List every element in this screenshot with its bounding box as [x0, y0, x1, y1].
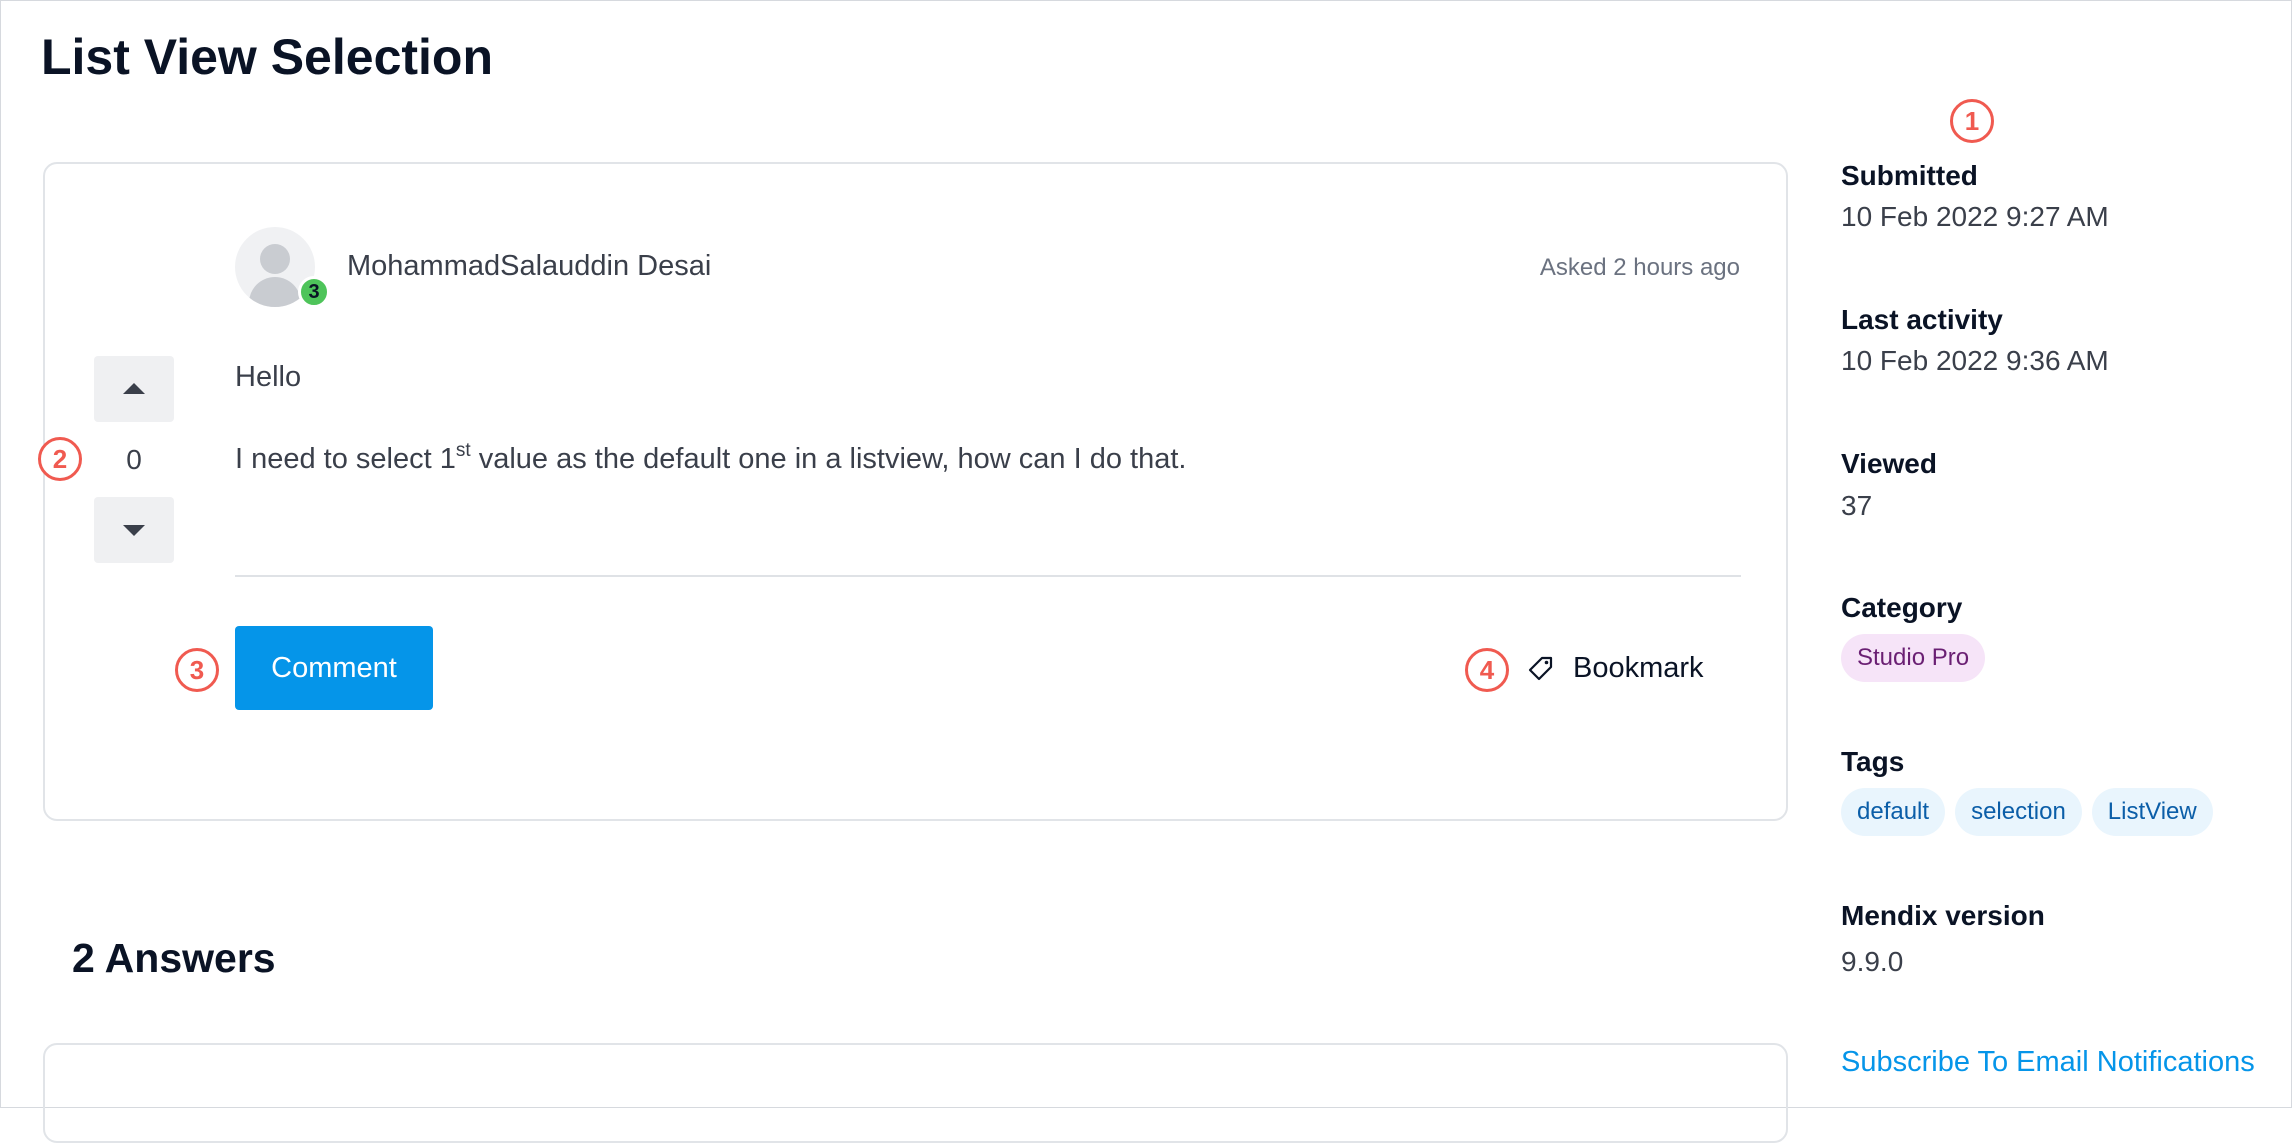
mendix-version-value: 9.9.0	[1841, 946, 1904, 977]
mendix-version-label: Mendix version	[1841, 900, 2045, 931]
tag-pill-default[interactable]: default	[1841, 788, 1946, 836]
category-label: Category	[1841, 592, 1963, 623]
annotation-marker-4: 4	[1465, 648, 1509, 692]
tag-pill-selection[interactable]: selection	[1955, 788, 2082, 836]
vote-count: 0	[126, 444, 142, 475]
tags-label: Tags	[1841, 746, 1905, 777]
arrow-down-icon	[123, 525, 145, 536]
page-title: List View Selection	[41, 29, 494, 85]
submitted-value: 10 Feb 2022 9:27 AM	[1841, 201, 2109, 232]
reputation-badge: 3	[298, 276, 330, 308]
tag-pill-listview[interactable]: ListView	[2091, 788, 2213, 836]
downvote-button[interactable]	[94, 497, 174, 563]
bookmark-label: Bookmark	[1573, 651, 1704, 684]
viewed-value: 37	[1841, 490, 1873, 521]
arrow-up-icon	[123, 383, 145, 394]
bookmark-button[interactable]: Bookmark	[1527, 648, 1704, 688]
upvote-button[interactable]	[94, 356, 174, 422]
author-name[interactable]: MohammadSalauddin Desai	[347, 250, 711, 283]
question-body-text-rest: value as the default one in a listview, …	[470, 443, 1187, 475]
category-pill-wrapper: Studio Pro	[1841, 634, 1986, 682]
viewed-label: Viewed	[1841, 448, 1937, 479]
category-pill[interactable]: Studio Pro	[1841, 634, 1986, 682]
subscribe-link[interactable]: Subscribe To Email Notifications	[1841, 1046, 2255, 1079]
submitted-label: Submitted	[1841, 160, 1978, 191]
last-activity-label: Last activity	[1841, 304, 2003, 335]
annotation-marker-2: 2	[38, 437, 82, 481]
question-body-text: I need to select 1	[235, 443, 456, 475]
last-activity-value: 10 Feb 2022 9:36 AM	[1841, 345, 2109, 376]
ordinal-superscript: st	[455, 440, 471, 461]
answers-heading: 2 Answers	[72, 935, 276, 981]
avatar-head-shape	[260, 244, 290, 274]
question-body-line-1: Hello	[235, 361, 302, 393]
annotation-marker-3: 3	[175, 648, 219, 692]
divider	[235, 575, 1741, 577]
annotation-marker-1: 1	[1950, 99, 1994, 143]
tag-icon	[1528, 656, 1553, 681]
comment-button[interactable]: Comment	[235, 626, 433, 710]
question-body-line-2: I need to select 1st value as the defaul…	[235, 440, 1187, 476]
answer-card	[43, 1043, 1788, 1143]
tag-list: default selection ListView	[1841, 788, 2223, 836]
avatar-body-shape	[249, 277, 301, 307]
asked-timestamp: Asked 2 hours ago	[1539, 254, 1740, 281]
